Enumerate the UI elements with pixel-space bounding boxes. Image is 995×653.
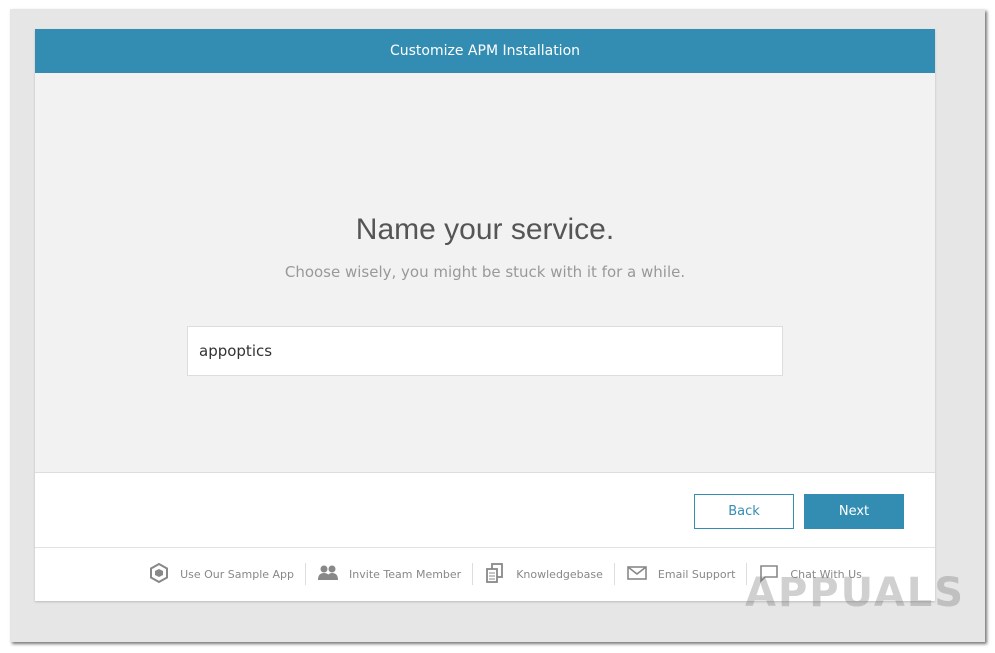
footer-link-label: Use Our Sample App — [180, 567, 295, 581]
footer-link-sample-app[interactable]: Use Our Sample App — [137, 562, 307, 587]
footer-link-email[interactable]: Email Support — [615, 563, 748, 585]
footer-link-label: Knowledgebase — [516, 567, 603, 581]
users-icon — [317, 562, 339, 587]
install-dialog: Customize APM Installation Name your ser… — [35, 29, 935, 601]
documents-icon — [484, 562, 506, 587]
page-title: Name your service. — [355, 213, 615, 246]
watermark-logo: APPUALS — [745, 570, 966, 616]
footer-link-label: Invite Team Member — [349, 567, 462, 581]
envelope-icon — [626, 562, 648, 587]
cube-icon — [148, 562, 170, 587]
dialog-title: Customize APM Installation — [389, 43, 581, 59]
service-name-input[interactable]: appoptics — [187, 326, 783, 376]
dialog-header: Customize APM Installation — [35, 29, 935, 73]
page-subtitle: Choose wisely, you might be stuck with i… — [284, 263, 686, 281]
dialog-body: Name your service. Choose wisely, you mi… — [35, 73, 935, 473]
next-button[interactable]: Next — [804, 494, 904, 529]
footer-link-knowledgebase[interactable]: Knowledgebase — [473, 562, 615, 587]
back-button[interactable]: Back — [694, 494, 794, 529]
footer-link-invite[interactable]: Invite Team Member — [306, 562, 474, 587]
footer-link-label: Email Support — [657, 567, 736, 581]
action-bar: Back Next — [35, 473, 935, 548]
